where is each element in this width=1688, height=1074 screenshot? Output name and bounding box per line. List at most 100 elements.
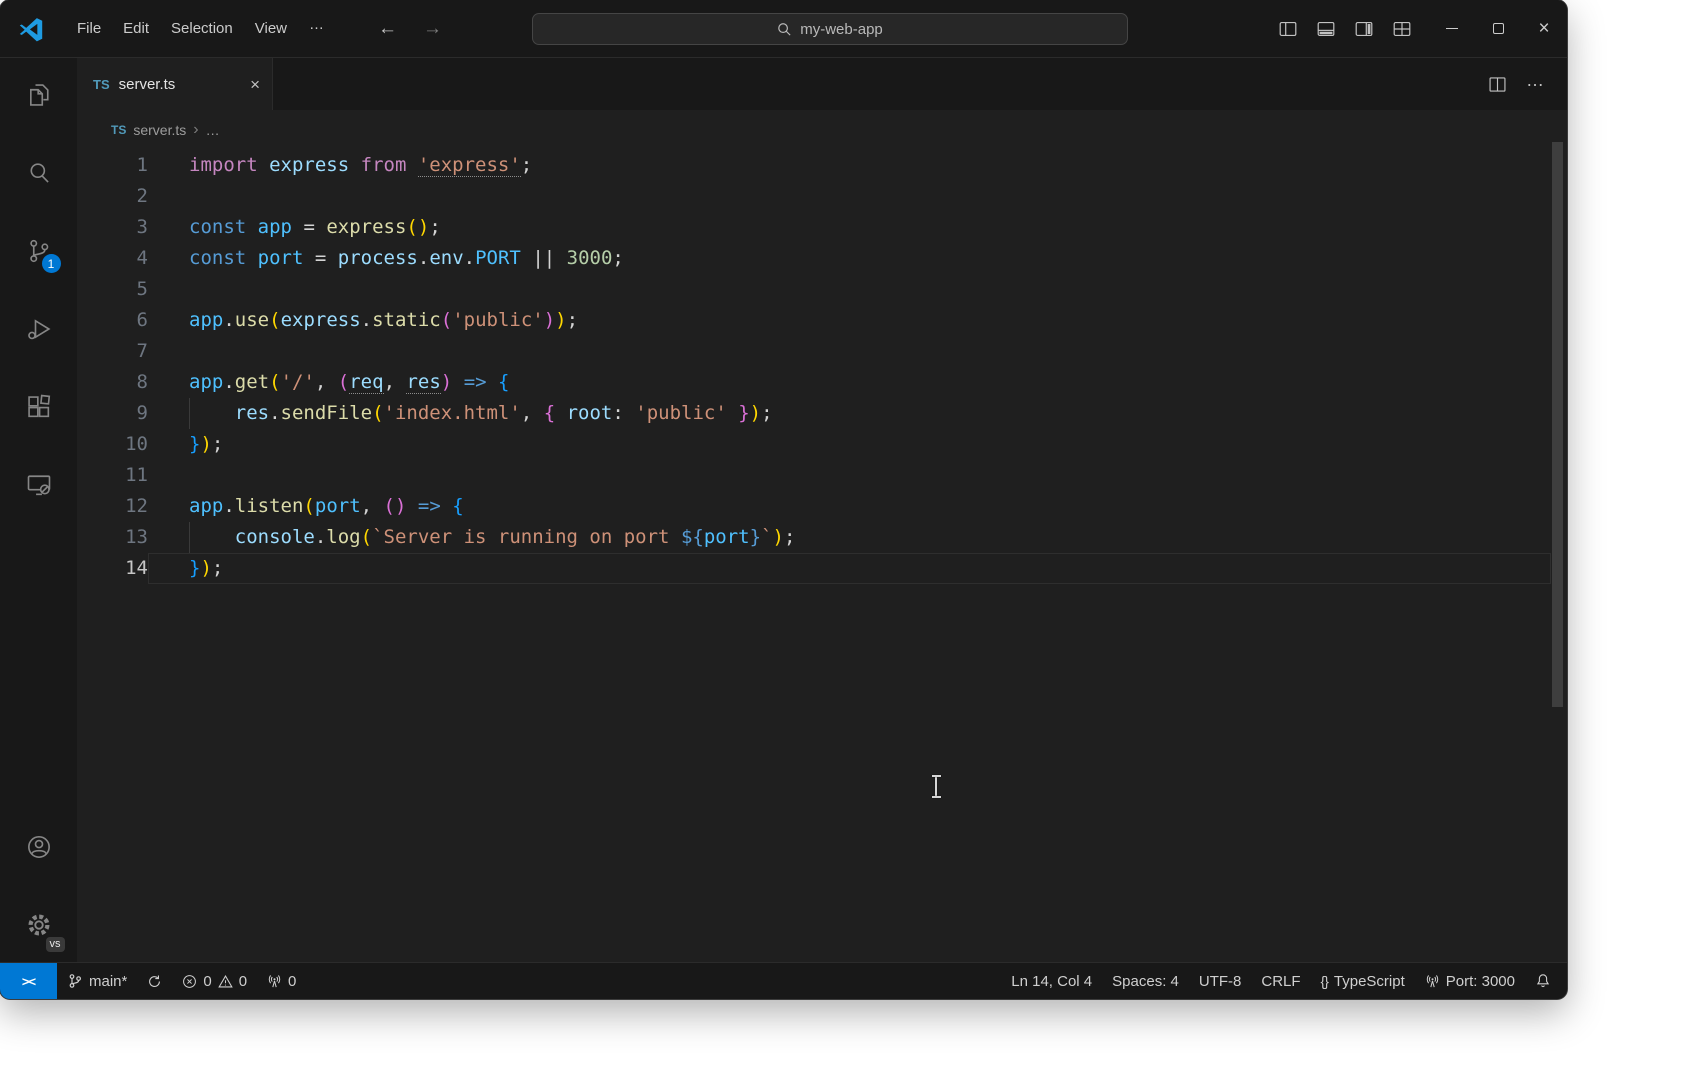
- line-number[interactable]: 6: [77, 305, 148, 336]
- code-text[interactable]: app.use(express.static('public'));: [148, 305, 1551, 336]
- status-sync[interactable]: [137, 963, 172, 999]
- toggle-primary-sidebar-icon[interactable]: [1277, 18, 1299, 40]
- breadcrumb-file[interactable]: server.ts: [133, 122, 186, 138]
- settings-gear-icon[interactable]: vs: [15, 901, 63, 949]
- menu-file[interactable]: File: [66, 14, 112, 43]
- code-text[interactable]: });: [148, 429, 1551, 460]
- more-actions-icon[interactable]: …: [1526, 70, 1545, 91]
- code-text[interactable]: app.get('/', (req, res) => {: [148, 367, 1551, 398]
- code-text[interactable]: import express from 'express';: [148, 150, 1551, 181]
- minimize-button[interactable]: [1429, 0, 1475, 58]
- extensions-icon[interactable]: [15, 383, 63, 431]
- code-line[interactable]: 10});: [77, 429, 1567, 460]
- code-line[interactable]: 5: [77, 274, 1567, 305]
- braces-icon: {}: [1321, 973, 1328, 989]
- vscode-logo-icon: [18, 16, 44, 42]
- line-number[interactable]: 8: [77, 367, 148, 398]
- status-encoding[interactable]: UTF-8: [1189, 963, 1252, 999]
- code-line[interactable]: 7: [77, 336, 1567, 367]
- layout-controls: [1277, 18, 1413, 40]
- code-line[interactable]: 12app.listen(port, () => {: [77, 491, 1567, 522]
- accounts-icon[interactable]: [15, 823, 63, 871]
- line-number[interactable]: 11: [77, 460, 148, 491]
- code-line[interactable]: 6app.use(express.static('public'));: [77, 305, 1567, 336]
- status-bar: >< main* 0 0: [0, 962, 1567, 999]
- code-text[interactable]: console.log(`Server is running on port $…: [148, 522, 1551, 553]
- status-port-forward[interactable]: Port: 3000: [1415, 963, 1525, 999]
- split-editor-icon[interactable]: [1487, 74, 1508, 95]
- source-control-icon[interactable]: 1: [15, 227, 63, 275]
- line-number[interactable]: 5: [77, 274, 148, 305]
- minimize-icon: [1446, 28, 1458, 30]
- code-text[interactable]: app.listen(port, () => {: [148, 491, 1551, 522]
- code-line[interactable]: 8app.get('/', (req, res) => {: [77, 367, 1567, 398]
- command-center-search[interactable]: my-web-app: [532, 13, 1128, 45]
- code-line[interactable]: 4const port = process.env.PORT || 3000;: [77, 243, 1567, 274]
- close-button[interactable]: ×: [1521, 0, 1567, 58]
- line-number[interactable]: 3: [77, 212, 148, 243]
- warning-count: 0: [239, 973, 247, 990]
- code-text[interactable]: [148, 274, 1551, 305]
- search-view-icon[interactable]: [15, 149, 63, 197]
- status-language[interactable]: {} TypeScript: [1311, 963, 1415, 999]
- tab-close-icon[interactable]: ×: [250, 76, 260, 93]
- maximize-button[interactable]: [1475, 0, 1521, 58]
- breadcrumb-symbol[interactable]: …: [206, 122, 220, 138]
- menu-edit[interactable]: Edit: [112, 14, 160, 43]
- explorer-icon[interactable]: [15, 71, 63, 119]
- status-notifications[interactable]: [1525, 963, 1561, 999]
- code-text[interactable]: });: [148, 553, 1551, 584]
- status-cursor-position[interactable]: Ln 14, Col 4: [1001, 963, 1102, 999]
- editor-scrollbar[interactable]: [1552, 142, 1563, 707]
- editor-area: TS server.ts × … TS server.ts › …: [77, 58, 1567, 962]
- line-number[interactable]: 7: [77, 336, 148, 367]
- broadcast-count: 0: [288, 973, 296, 990]
- line-number[interactable]: 10: [77, 429, 148, 460]
- toggle-panel-icon[interactable]: [1315, 18, 1337, 40]
- code-text[interactable]: [148, 460, 1551, 491]
- menu-selection[interactable]: Selection: [160, 14, 244, 43]
- toggle-secondary-sidebar-icon[interactable]: [1353, 18, 1375, 40]
- status-indentation[interactable]: Spaces: 4: [1102, 963, 1189, 999]
- breadcrumb-ts-icon: TS: [111, 123, 126, 137]
- breadcrumb-chevron-icon: ›: [193, 121, 198, 139]
- code-line[interactable]: 11: [77, 460, 1567, 491]
- window-controls: ×: [1429, 0, 1567, 58]
- line-number[interactable]: 1: [77, 150, 148, 181]
- code-line[interactable]: 14});: [77, 553, 1567, 584]
- status-problems[interactable]: 0 0: [172, 963, 257, 999]
- code-text[interactable]: const app = express();: [148, 212, 1551, 243]
- code-line[interactable]: 3const app = express();: [77, 212, 1567, 243]
- code-line[interactable]: 13 console.log(`Server is running on por…: [77, 522, 1567, 553]
- code-text[interactable]: const port = process.env.PORT || 3000;: [148, 243, 1551, 274]
- tab-server-ts[interactable]: TS server.ts ×: [77, 58, 273, 110]
- status-broadcast[interactable]: 0: [257, 963, 306, 999]
- code-lines: 1import express from 'express';23const a…: [77, 150, 1567, 584]
- code-text[interactable]: res.sendFile('index.html', { root: 'publ…: [148, 398, 1551, 429]
- line-number[interactable]: 2: [77, 181, 148, 212]
- status-bar-right: Ln 14, Col 4 Spaces: 4 UTF-8 CRLF {} Typ…: [1001, 963, 1567, 999]
- menu-more-icon[interactable]: …: [298, 10, 336, 39]
- back-icon[interactable]: ←: [378, 18, 397, 40]
- code-line[interactable]: 1import express from 'express';: [77, 150, 1567, 181]
- line-number[interactable]: 14: [77, 553, 148, 584]
- code-text[interactable]: [148, 181, 1551, 212]
- remote-explorer-icon[interactable]: [15, 461, 63, 509]
- activity-bar: 1: [0, 58, 77, 962]
- forward-icon[interactable]: →: [423, 18, 442, 40]
- status-branch[interactable]: main*: [57, 963, 137, 999]
- line-number[interactable]: 12: [77, 491, 148, 522]
- code-line[interactable]: 2: [77, 181, 1567, 212]
- customize-layout-icon[interactable]: [1391, 18, 1413, 40]
- remote-indicator[interactable]: ><: [0, 963, 57, 999]
- line-number[interactable]: 13: [77, 522, 148, 553]
- code-editor[interactable]: 1import express from 'express';23const a…: [77, 150, 1567, 962]
- line-number[interactable]: 9: [77, 398, 148, 429]
- status-eol[interactable]: CRLF: [1251, 963, 1310, 999]
- menu-view[interactable]: View: [244, 14, 298, 43]
- code-text[interactable]: [148, 336, 1551, 367]
- menubar: File Edit Selection View …: [66, 14, 336, 43]
- code-line[interactable]: 9 res.sendFile('index.html', { root: 'pu…: [77, 398, 1567, 429]
- line-number[interactable]: 4: [77, 243, 148, 274]
- run-debug-icon[interactable]: [15, 305, 63, 353]
